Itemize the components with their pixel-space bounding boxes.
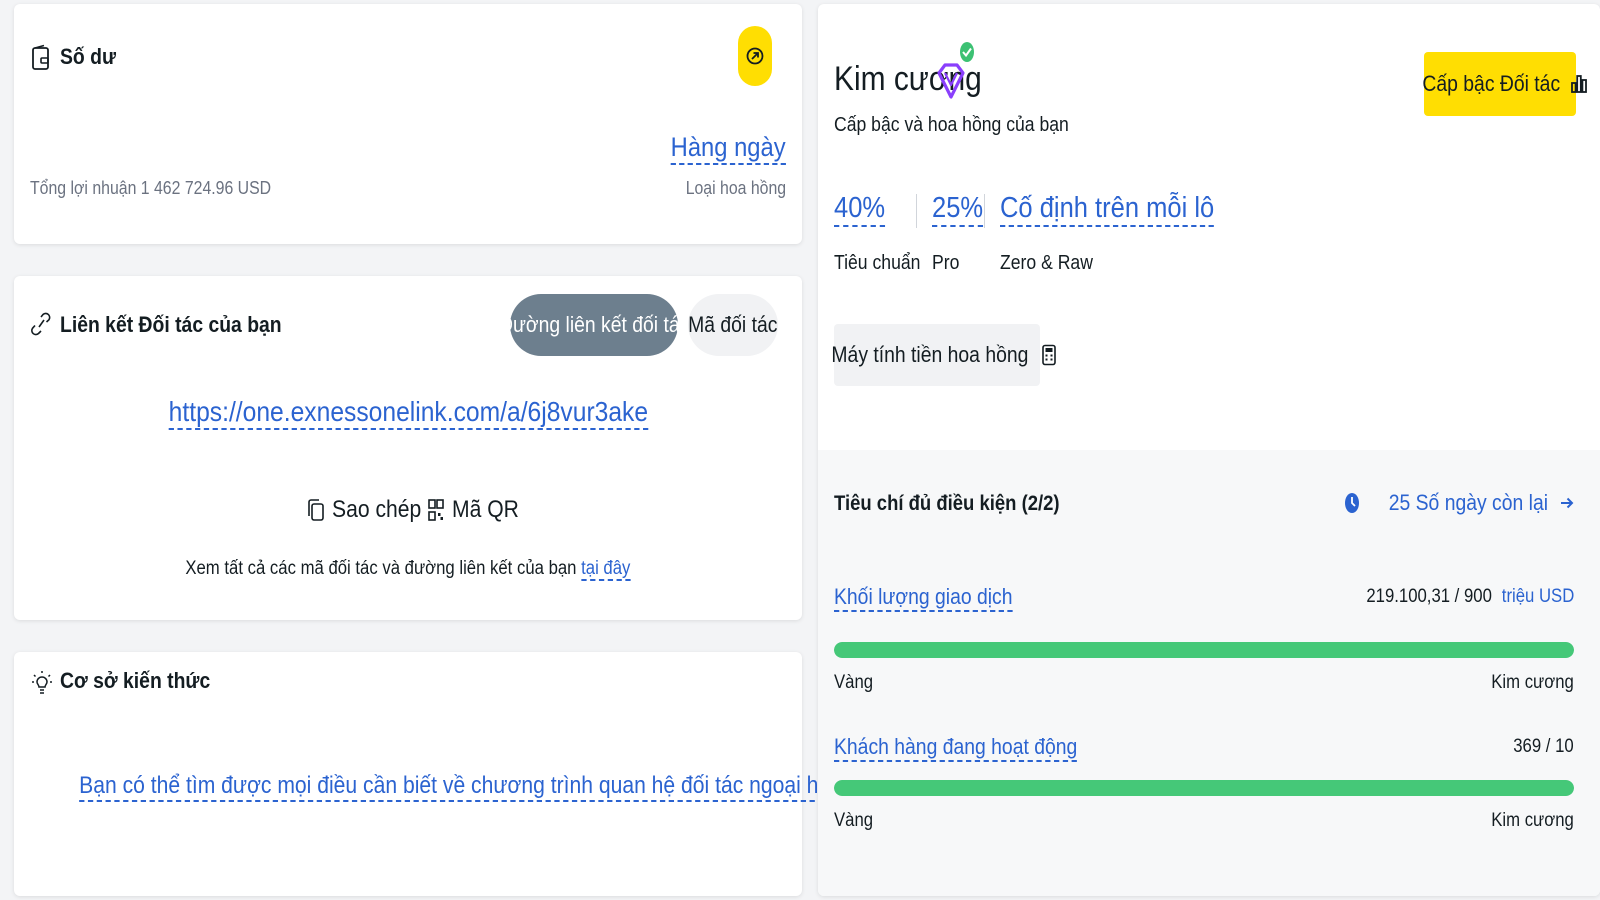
trading-volume-progress-fill	[834, 642, 1574, 658]
rate-standard-label: Tiêu chuẩn	[834, 252, 921, 274]
tab-partner-code[interactable]: Mã đối tác	[688, 294, 778, 356]
knowledge-title: Cơ sở kiến thức	[60, 668, 211, 693]
commission-frequency-link[interactable]: Hàng ngày	[671, 132, 786, 165]
rate-divider	[984, 194, 985, 228]
criteria-title: Tiêu chí đủ điều kiện (2/2)	[834, 492, 1060, 515]
criterion-trading-volume-to: Kim cương	[1491, 672, 1574, 693]
criterion-trading-volume-unit: triệu USD	[1501, 586, 1574, 607]
calculator-icon	[1042, 343, 1056, 367]
lightbulb-icon	[30, 666, 54, 698]
balance-card: Số dư Tổng lợi nhuận 1 462 724.96 USD Hà…	[14, 4, 802, 244]
balance-arrow-button[interactable]	[738, 26, 772, 86]
criterion-active-clients-from: Vàng	[834, 810, 874, 831]
criterion-trading-volume-from: Vàng	[834, 672, 874, 693]
commission-calculator-button[interactable]: Máy tính tiền hoa hồng	[831, 324, 1056, 386]
partner-url-link[interactable]: https://one.exnessonelink.com/a/6j8vur3a…	[168, 396, 648, 430]
arrow-up-right-icon	[746, 47, 764, 65]
bar-chart-icon	[1571, 73, 1588, 95]
wallet-icon	[30, 44, 52, 72]
criterion-active-clients-to: Kim cương	[1491, 810, 1574, 831]
rate-zero-raw-value[interactable]: Cố định trên mỗi lô	[1000, 192, 1215, 227]
balance-title: Số dư	[60, 44, 116, 69]
see-all-link[interactable]: tại đây	[581, 558, 631, 581]
copy-icon	[306, 497, 326, 523]
copy-button[interactable]: Sao chép	[306, 494, 433, 526]
rate-pro-label: Pro	[932, 252, 960, 274]
trading-volume-progress-bar	[834, 642, 1574, 658]
criterion-trading-volume-value: 219.100,31 / 900	[1366, 586, 1492, 607]
partner-tier-card: Kim cương Cấp bậc và hoa hồng của bạn Cấ…	[818, 4, 1600, 896]
days-left-link[interactable]: 25 Số ngày còn lại	[1343, 488, 1576, 518]
copy-label: Sao chép	[332, 496, 422, 523]
commission-type-label: Loại hoa hồng	[685, 178, 786, 198]
qr-button[interactable]: Mã QR	[426, 494, 528, 526]
eligibility-criteria-panel: Tiêu chí đủ điều kiện (2/2) 25 Số ngày c…	[818, 450, 1600, 896]
active-clients-progress-bar	[834, 780, 1574, 796]
tier-subtitle: Cấp bậc và hoa hồng của bạn	[834, 114, 1069, 136]
criterion-trading-volume-link[interactable]: Khối lượng giao dịch	[834, 584, 1013, 612]
days-left-label: 25 Số ngày còn lại	[1388, 490, 1548, 515]
active-clients-progress-fill	[834, 780, 1574, 796]
partner-link-title: Liên kết Đối tác của bạn	[60, 312, 282, 337]
rate-zero-raw-label: Zero & Raw	[1000, 252, 1093, 274]
rate-standard-value[interactable]: 40%	[834, 192, 886, 227]
clock-icon	[1343, 491, 1361, 515]
rate-pro-value[interactable]: 25%	[932, 192, 984, 227]
link-icon	[30, 310, 52, 338]
tab-partner-link[interactable]: Đường liên kết đối tác	[499, 294, 689, 356]
criterion-active-clients-link[interactable]: Khách hàng đang hoạt động	[834, 734, 1078, 762]
diamond-icon	[934, 60, 968, 104]
partner-tier-button[interactable]: Cấp bậc Đối tác	[1422, 52, 1588, 116]
partner-tier-button-label: Cấp bậc Đối tác	[1422, 71, 1560, 96]
commission-calculator-label: Máy tính tiền hoa hồng	[831, 342, 1029, 367]
knowledge-base-card: Cơ sở kiến thức Bạn có thể tìm được mọi …	[14, 652, 1035, 896]
total-profit: Tổng lợi nhuận 1 462 724.96 USD	[30, 178, 272, 198]
tab-partner-code-label: Mã đối tác	[688, 312, 778, 337]
criterion-active-clients-value: 369 / 10	[1513, 736, 1574, 757]
partner-link-card: Liên kết Đối tác của bạn Đường liên kết …	[14, 276, 802, 620]
see-all-text: Xem tất cả các mã đối tác và đường liên …	[185, 558, 577, 579]
qr-code-icon	[426, 497, 446, 523]
tab-partner-link-label: Đường liên kết đối tác	[498, 312, 690, 337]
qr-label: Mã QR	[452, 496, 519, 523]
rate-divider	[916, 194, 917, 228]
arrow-right-icon	[1558, 493, 1576, 513]
verified-check-icon	[958, 40, 976, 64]
